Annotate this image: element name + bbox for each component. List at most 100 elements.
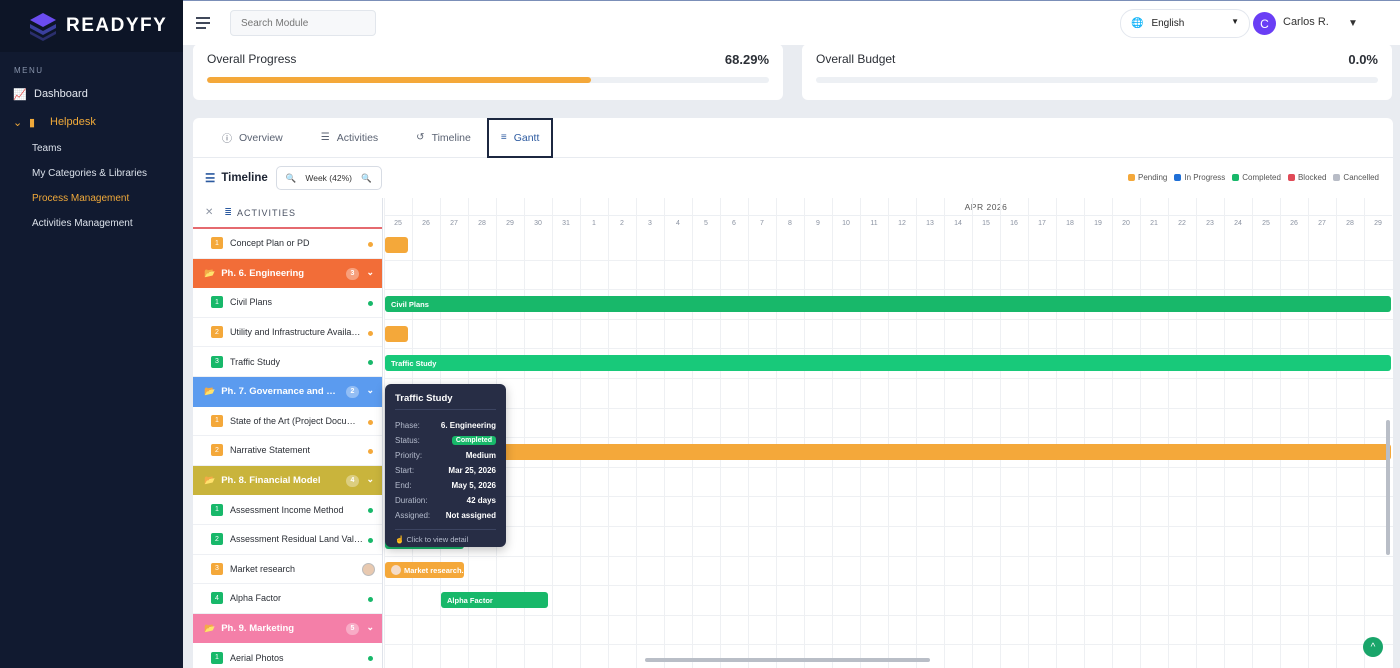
sidebar-subitem-teams[interactable]: Teams xyxy=(0,136,183,161)
activity-row[interactable]: 1 Civil Plans xyxy=(193,288,382,318)
scroll-top-button[interactable]: ^ xyxy=(1363,637,1383,657)
gantt-bar[interactable]: Traffic Study xyxy=(385,355,1391,372)
user-name[interactable]: Carlos R. xyxy=(1283,16,1329,28)
assignee-avatar[interactable] xyxy=(362,562,375,576)
gantt-bar[interactable]: Market research... xyxy=(385,562,465,579)
tooltip-row: Duration: 42 days xyxy=(395,493,496,508)
day-label: 24 xyxy=(1234,219,1242,227)
day-label: 26 xyxy=(422,219,430,227)
brand[interactable]: READYFY xyxy=(0,0,183,52)
gantt-grid[interactable]: APR 2026 25 26 27 28 29 30 31 1 2 3 4 5 6 7 8 9 10 11 12 13 1… xyxy=(384,198,1393,668)
chevron-down-icon[interactable]: ⌄ xyxy=(366,622,374,633)
activity-row[interactable]: 1 Aerial Photos xyxy=(193,643,382,668)
activity-row[interactable]: 1 State of the Art (Project Documentation… xyxy=(193,407,382,437)
document-icon: ▮ xyxy=(29,116,36,129)
activity-row[interactable]: 2 Utility and Infrastructure Availability xyxy=(193,318,382,348)
activity-label: Civil Plans xyxy=(230,297,273,308)
gantt-bar[interactable]: Civil Plans xyxy=(385,296,1391,312)
day-label: 14 xyxy=(954,219,962,227)
tooltip-key: End: xyxy=(395,481,412,490)
phase-row[interactable]: 📂 Ph. 8. Financial Model 4 ⌄ xyxy=(193,465,382,496)
day-label: 13 xyxy=(926,219,934,227)
day-label: 25 xyxy=(1262,219,1270,227)
search-input[interactable] xyxy=(230,10,376,36)
activity-row[interactable]: 3 Market research xyxy=(193,555,382,585)
gantt-bar[interactable]: Alpha Factor xyxy=(441,592,549,608)
vertical-scrollbar[interactable] xyxy=(1386,420,1390,555)
card-value: 0.0% xyxy=(1348,52,1378,67)
sidebar: READYFY MENU 📈 Dashboard ⌄ ▮ Helpdesk Te… xyxy=(0,0,183,668)
card-title: Overall Progress xyxy=(207,52,297,66)
activity-row[interactable]: 2 Narrative Statement xyxy=(193,436,382,466)
tooltip-row: Assigned: Not assigned xyxy=(395,508,496,523)
sidebar-item-dashboard[interactable]: 📈 Dashboard xyxy=(0,80,183,108)
grid-column-line xyxy=(1028,198,1029,668)
status-dot xyxy=(368,330,373,336)
caret-down-icon: ▼ xyxy=(1231,17,1239,26)
gantt-title-text: Timeline xyxy=(221,172,268,184)
zoom-in-icon[interactable]: 🔍 xyxy=(361,173,372,184)
grid-column-line xyxy=(1252,198,1253,668)
activity-row[interactable]: 1 Concept Plan or PD xyxy=(193,229,382,259)
phase-row[interactable]: 📂 Ph. 9. Marketing 5 ⌄ xyxy=(193,613,382,644)
grid-row-line xyxy=(384,348,1393,350)
gantt-bar[interactable] xyxy=(385,325,409,342)
legend-item-completed: Completed xyxy=(1232,173,1281,182)
sidebar-subitem-categories[interactable]: My Categories & Libraries xyxy=(0,161,183,186)
phase-row[interactable]: 📂 Ph. 6. Engineering 3 ⌄ xyxy=(193,258,382,289)
language-select[interactable]: 🌐 English ▼ xyxy=(1120,9,1250,38)
status-dot xyxy=(368,508,373,514)
activity-label: Assessment Residual Land Value xyxy=(230,534,363,545)
tab-timeline[interactable]: ↺ Timeline xyxy=(404,118,483,158)
phase-row[interactable]: 📂 Ph. 7. Governance and Transparency 2 ⌄ xyxy=(193,376,382,407)
collapse-icon[interactable]: ✕ xyxy=(205,207,214,218)
activity-row[interactable]: 1 Assessment Income Method xyxy=(193,495,382,525)
sidebar-subitem-process-management[interactable]: Process Management xyxy=(0,186,183,211)
avatar[interactable]: C xyxy=(1253,12,1276,35)
grid-column-line xyxy=(692,198,693,668)
gantt-bar[interactable] xyxy=(385,236,409,253)
grid-column-line xyxy=(1168,198,1169,668)
activity-row[interactable]: 3 Traffic Study xyxy=(193,347,382,377)
phase-label: Ph. 7. Governance and Transparency xyxy=(221,386,340,398)
menu-toggle-icon[interactable] xyxy=(196,17,210,29)
grid-row-line xyxy=(384,644,1393,646)
gantt-bar[interactable] xyxy=(385,444,1391,460)
zoom-out-icon[interactable]: 🔍 xyxy=(286,173,297,184)
grid-row-line xyxy=(384,466,1393,468)
topbar: 🌐 English ▼ C Carlos R. ▼ xyxy=(183,0,1400,45)
brand-logo-icon xyxy=(30,13,56,41)
grid-row-line xyxy=(384,555,1393,557)
grid-column-line xyxy=(608,198,609,668)
grid-column-line xyxy=(664,198,665,668)
status-dot xyxy=(368,656,373,662)
activity-row[interactable]: 4 Alpha Factor xyxy=(193,584,382,614)
app-root: READYFY MENU 📈 Dashboard ⌄ ▮ Helpdesk Te… xyxy=(0,0,1400,668)
tooltip-value: 6. Engineering xyxy=(440,421,496,430)
tab-activities[interactable]: ☰ Activities xyxy=(309,118,390,158)
chevron-down-icon[interactable]: ⌄ xyxy=(366,267,374,278)
day-label: 17 xyxy=(1038,219,1046,227)
tooltip-key: Duration: xyxy=(395,496,428,505)
status-legend: Pending In Progress Completed Blocked Ca… xyxy=(1128,173,1379,182)
chevron-down-icon[interactable]: ⌄ xyxy=(366,385,374,396)
grid-row-line xyxy=(384,496,1393,498)
month-header: APR 2026 xyxy=(580,198,1392,216)
grid-column-line xyxy=(636,198,637,668)
day-label: 5 xyxy=(704,219,708,227)
chevron-down-icon[interactable]: ⌄ xyxy=(366,474,374,485)
horizontal-scrollbar[interactable] xyxy=(645,658,930,662)
tooltip-title: Traffic Study xyxy=(395,393,496,410)
activity-number-badge: 3 xyxy=(211,562,223,575)
day-label: 25 xyxy=(394,219,402,227)
status-dot xyxy=(368,537,373,543)
tooltip-row: Status: Completed xyxy=(395,433,496,448)
tab-gantt[interactable]: ≡ Gantt xyxy=(486,118,554,158)
tab-overview[interactable]: ⓘ Overview xyxy=(210,118,295,158)
user-menu-caret-icon[interactable]: ▼ xyxy=(1348,18,1358,29)
sidebar-item-helpdesk[interactable]: ⌄ ▮ Helpdesk xyxy=(0,108,183,136)
day-label: 12 xyxy=(898,219,906,227)
activity-row[interactable]: 2 Assessment Residual Land Value xyxy=(193,525,382,555)
day-label: 22 xyxy=(1178,219,1186,227)
sidebar-subitem-activities-management[interactable]: Activities Management xyxy=(0,211,183,236)
